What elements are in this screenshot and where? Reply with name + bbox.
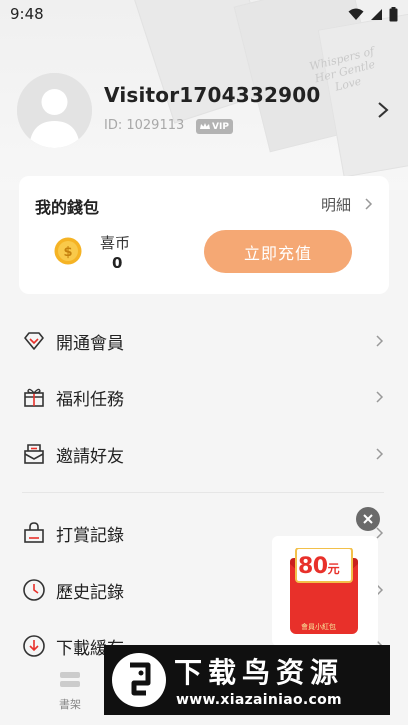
tab-bookshelf[interactable]: 書架 <box>50 670 90 712</box>
chevron-right-icon <box>376 448 384 460</box>
wallet-detail-chevron-icon[interactable] <box>361 195 375 213</box>
menu-divider <box>22 492 384 493</box>
default-avatar-icon <box>17 73 92 148</box>
vip-badge: VIP <box>196 119 233 134</box>
shopping-bag-icon <box>24 522 44 543</box>
coin-amount: 0 <box>112 254 123 272</box>
status-time: 9:48 <box>10 5 44 23</box>
red-packet-label: 會員小紅包 <box>301 623 336 631</box>
invite-letter-icon <box>24 444 44 464</box>
wallet-detail-link[interactable]: 明細 <box>321 194 351 215</box>
watermark-banner: 下载鸟资源 www.xiazainiao.com <box>104 645 390 715</box>
menu-item-label: 福利任務 <box>56 389 124 410</box>
clock-icon <box>23 579 45 601</box>
close-icon <box>363 514 373 524</box>
watermark-title: 下载鸟资源 <box>174 656 345 689</box>
vip-label: VIP <box>212 121 229 132</box>
status-bar: 9:48 <box>0 0 408 28</box>
watermark-logo <box>112 653 166 707</box>
popup-close-button[interactable] <box>356 507 380 531</box>
recharge-button[interactable]: 立即充值 <box>204 230 352 273</box>
status-icons <box>348 6 398 22</box>
bird-logo-icon <box>113 654 165 706</box>
user-id: ID: 1029113 <box>104 118 185 133</box>
red-packet-popup[interactable]: 80元 會員小紅包 <box>272 536 378 646</box>
chevron-right-icon <box>376 335 384 347</box>
menu-item-label: 歷史記錄 <box>56 582 124 603</box>
wallet-card: 我的錢包 明細 $ 喜币 0 立即充值 <box>19 176 389 294</box>
battery-icon <box>389 6 398 21</box>
menu-item-label: 邀請好友 <box>56 446 124 467</box>
chevron-right-icon <box>376 391 384 403</box>
red-packet-amount: 80元 <box>298 554 340 579</box>
download-icon <box>23 635 45 657</box>
svg-text:$: $ <box>63 245 72 260</box>
wifi-icon <box>348 8 364 20</box>
menu-item-label: 打賞記錄 <box>56 525 124 546</box>
coin-icon: $ <box>54 237 82 265</box>
watermark-url: www.xiazainiao.com <box>176 692 342 708</box>
menu-item-welfare-tasks[interactable]: 福利任務 <box>0 371 408 423</box>
red-packet-value: 80 <box>298 554 328 579</box>
username: Visitor1704332900 <box>104 83 321 107</box>
diamond-icon <box>24 332 44 350</box>
tab-bookshelf-label: 書架 <box>59 698 81 711</box>
menu-item-invite-friends[interactable]: 邀請好友 <box>0 428 408 480</box>
wallet-title: 我的錢包 <box>35 198 100 217</box>
red-packet-unit: 元 <box>327 562 340 576</box>
menu-item-membership[interactable]: 開通會員 <box>0 315 408 367</box>
coin-label: 喜币 <box>100 234 131 252</box>
avatar[interactable] <box>17 73 92 148</box>
profile-chevron-right-icon[interactable] <box>372 96 394 124</box>
menu-item-label: 開通會員 <box>56 333 124 354</box>
signal-icon <box>371 8 382 20</box>
crown-icon <box>200 123 210 129</box>
gift-icon <box>24 388 44 407</box>
bookshelf-icon <box>60 672 80 687</box>
